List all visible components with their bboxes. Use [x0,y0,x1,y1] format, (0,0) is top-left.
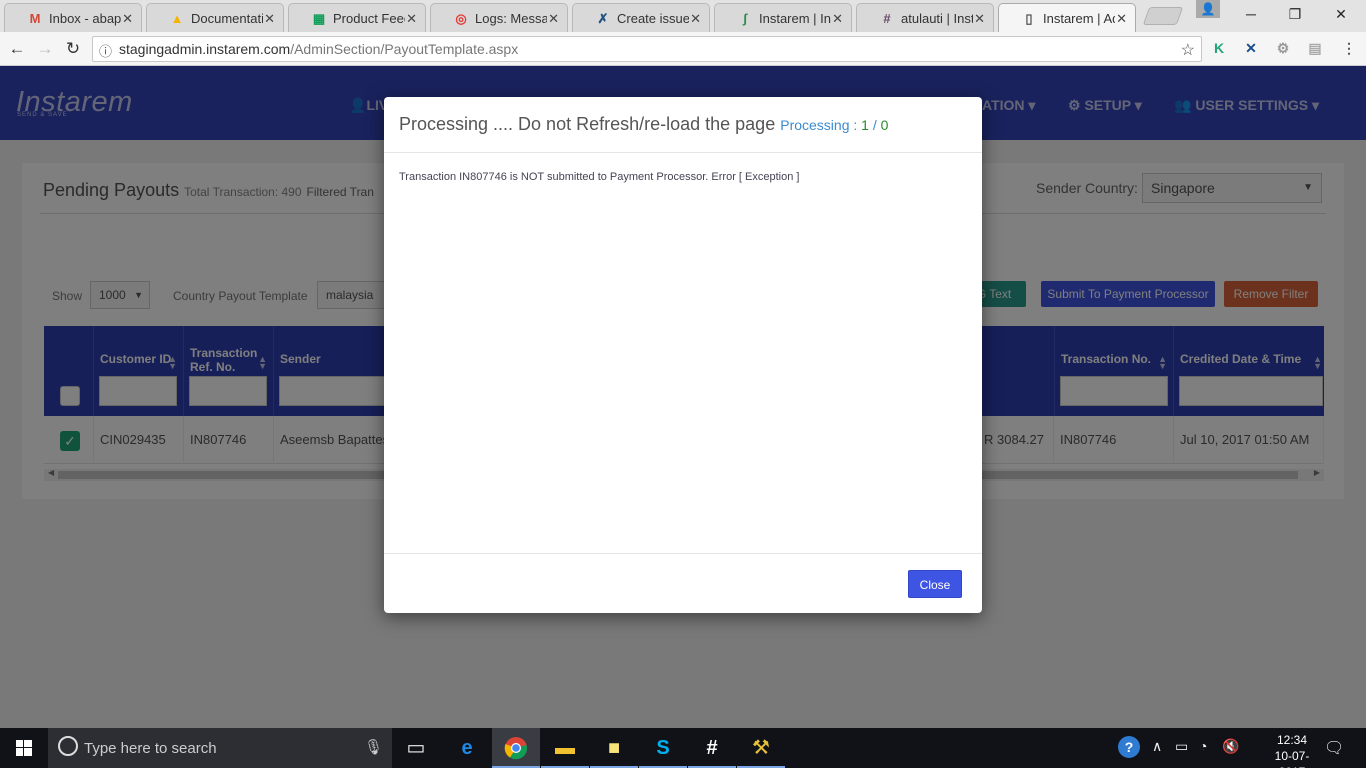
notifications-icon[interactable]: 🗨 [1324,738,1344,758]
progress-separator: / [872,117,877,133]
forward-icon[interactable]: → [34,38,56,60]
jira-icon: ✗ [597,11,609,26]
battery-icon[interactable]: ▭ [1175,738,1188,755]
info-icon[interactable]: ⓘ [99,41,112,60]
tab-label: Documentation [191,11,263,26]
progress-done: 1 [861,117,869,133]
extension-gear-icon[interactable]: ⚙ [1274,39,1292,57]
tools-app-icon[interactable]: ⚒ [737,728,785,768]
tab-label: Logs: Message [475,11,547,26]
speaker-muted-icon[interactable]: 🔇 [1222,738,1239,755]
tab-label: Inbox - abapat [49,11,121,26]
sticky-notes-icon[interactable]: ■ [590,728,638,768]
windows-taskbar: Type here to search 🎙 ▭ e ▬ ■ S # ⚒ ? ∧ … [0,728,1366,768]
skype-icon[interactable]: S [639,728,687,768]
help-icon[interactable]: ? [1118,736,1140,758]
gmail-icon: M [29,11,41,26]
task-view-icon[interactable]: ▭ [392,728,440,768]
windows-start-icon[interactable] [0,728,48,768]
address-bar[interactable]: ⓘ stagingadmin.instarem.com/AdminSection… [92,36,1202,62]
wifi-icon[interactable]: ◔ [1199,738,1207,754]
tab-close-icon[interactable]: ✕ [832,11,843,27]
clock-time: 12:34 [1276,733,1308,747]
extension-k-icon[interactable]: K [1210,39,1228,57]
window-close-icon[interactable]: ✕ [1318,0,1364,30]
tab-close-icon[interactable]: ✕ [690,11,701,27]
tab-instarem-admin[interactable]: ▯ Instarem | Adm✕ [998,3,1136,32]
chrome-menu-icon[interactable]: ⋮ [1340,39,1358,57]
tab-label: Product Feedb [333,11,405,26]
page-icon: ▯ [1025,11,1033,26]
new-tab-button[interactable] [1142,7,1184,25]
error-message: Transaction IN807746 is NOT submitted to… [399,171,800,183]
tab-close-icon[interactable]: ✕ [122,11,133,27]
tab-label: Create issue - J [617,11,689,26]
close-button[interactable]: Close [908,570,962,598]
modal-header: Processing .... Do not Refresh/re-load t… [384,97,982,153]
browser-tab-strip: MInbox - abapat✕ ▲Documentation✕ ▦Produc… [0,0,1366,32]
extension-x-icon[interactable]: ✕ [1242,39,1260,57]
progress-total: 0 [880,117,889,133]
tab-instarem[interactable]: ʃ Instarem | Insta✕ [714,3,852,32]
restore-icon[interactable]: ❐ [1272,0,1318,30]
processing-progress: Processing : 1 / 0 [780,117,888,133]
tab-label: Instarem | Insta [759,11,831,26]
system-clock[interactable]: 12:34 10-07-2017 [1262,732,1322,768]
reload-icon[interactable]: ↻ [62,38,84,60]
tab-label: atulauti | InstaR [901,11,973,26]
microphone-icon[interactable]: 🎙 [364,738,383,756]
tab-close-icon[interactable]: ✕ [406,11,417,27]
instarem-icon: ʃ [742,11,748,26]
google-drive-icon: ▲ [170,11,184,26]
url-path: /AdminSection/PayoutTemplate.aspx [290,41,519,57]
sheets-icon: ▦ [312,11,326,26]
tab-label: Instarem | Adm [1043,11,1115,26]
tab-close-icon[interactable]: ✕ [548,11,559,27]
profile-icon[interactable]: 👤 [1196,0,1220,18]
tab-create-issue[interactable]: ✗ Create issue - J✕ [572,3,710,32]
modal-footer: Close [384,553,982,613]
tab-gmail[interactable]: M Inbox - abapat✕ [4,3,142,32]
edge-icon[interactable]: e [443,728,491,768]
tab-close-icon[interactable]: ✕ [264,11,275,27]
tab-atulauti[interactable]: # atulauti | InstaR✕ [856,3,994,32]
processing-modal: Processing .... Do not Refresh/re-load t… [384,97,982,613]
url-host: stagingadmin.instarem.com [119,41,291,57]
search-placeholder: Type here to search [84,740,217,757]
clock-date: 10-07-2017 [1274,749,1310,768]
chrome-icon[interactable] [492,728,540,768]
url-text: stagingadmin.instarem.com/AdminSection/P… [119,41,518,57]
show-hidden-icons-icon[interactable]: ∧ [1152,738,1162,755]
target-icon: ◎ [455,11,467,26]
progress-label: Processing : [780,117,858,133]
slack-hash-icon: # [883,11,891,26]
bookmark-star-icon[interactable]: ☆ [1181,40,1195,60]
back-icon[interactable]: ← [6,38,28,60]
taskbar-search-box[interactable]: Type here to search 🎙 [48,728,392,768]
tab-documentation[interactable]: ▲ Documentation✕ [146,3,284,32]
browser-toolbar: ← → ↻ ⓘ stagingadmin.instarem.com/AdminS… [0,32,1366,66]
file-explorer-icon[interactable]: ▬ [541,728,589,768]
search-icon [58,736,78,756]
tab-close-icon[interactable]: ✕ [974,11,985,27]
minimize-icon[interactable]: ─ [1228,0,1274,30]
tab-logs[interactable]: ◎ Logs: Message✕ [430,3,568,32]
tab-close-icon[interactable]: ✕ [1116,11,1127,27]
tab-product-feedback[interactable]: ▦ Product Feedb✕ [288,3,426,32]
modal-title: Processing .... Do not Refresh/re-load t… [399,114,888,135]
slack-icon[interactable]: # [688,728,736,768]
modal-title-text: Processing .... Do not Refresh/re-load t… [399,114,776,134]
extension-pdf-icon[interactable]: ▤ [1306,39,1324,57]
